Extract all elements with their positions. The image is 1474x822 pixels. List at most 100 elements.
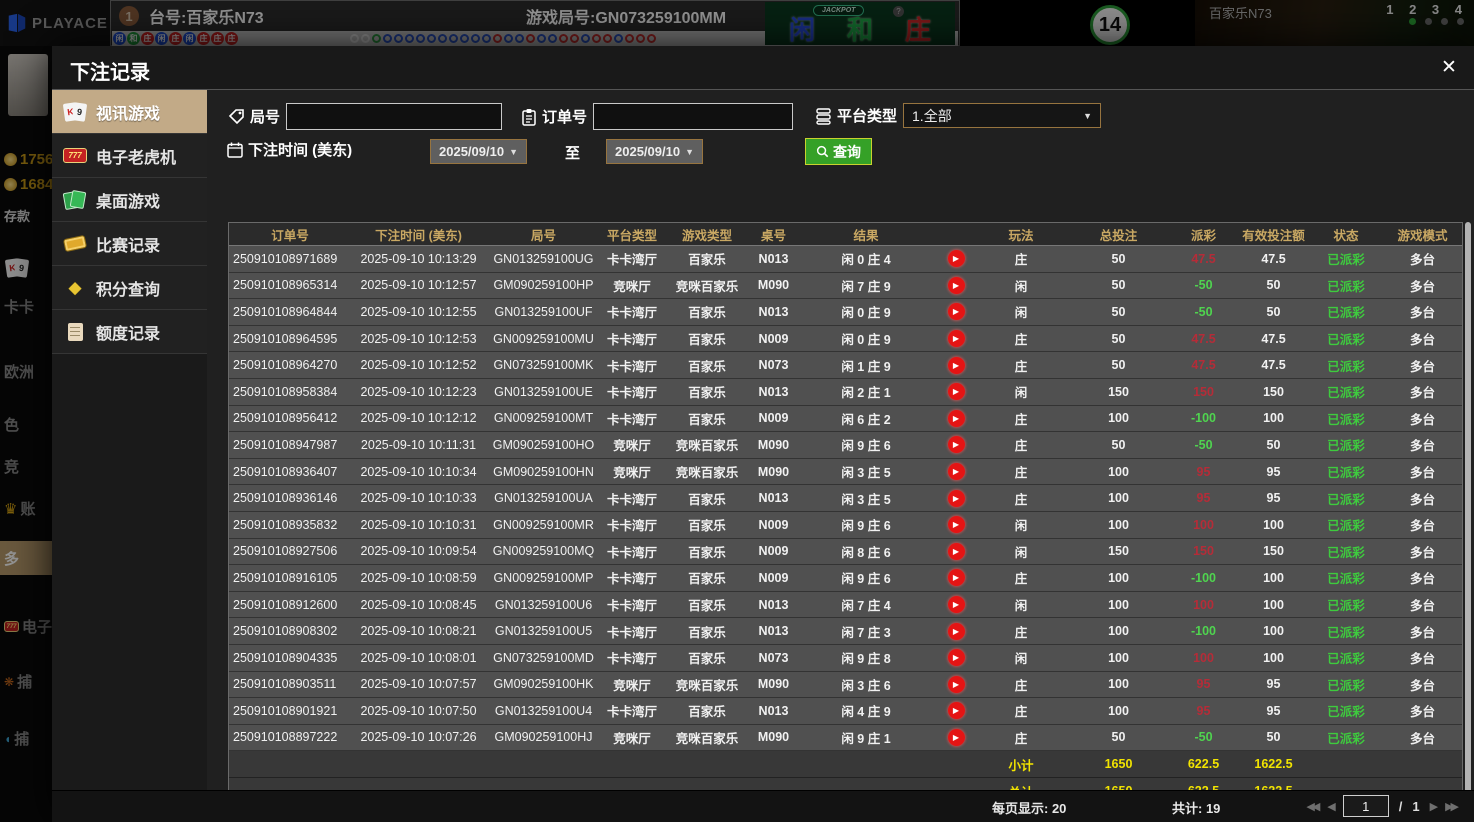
play-video-button[interactable]: ▶ xyxy=(948,623,965,640)
table-cell: GN013259100UE xyxy=(486,379,601,405)
table-cell: 2025-09-10 10:08:45 xyxy=(351,592,486,618)
play-video-button[interactable]: ▶ xyxy=(948,357,965,374)
play-video-button[interactable]: ▶ xyxy=(948,649,965,666)
play-video-button[interactable]: ▶ xyxy=(948,303,965,320)
payout-cell: 47.5 xyxy=(1171,326,1236,352)
play-video-button[interactable]: ▶ xyxy=(948,729,965,746)
prev-page-icon[interactable]: ◀ xyxy=(1327,800,1332,813)
date-to-group: 2025/09/10 ▼ xyxy=(606,139,703,164)
table-cell: 闲 9 庄 8 xyxy=(796,645,936,671)
play-video-button[interactable]: ▶ xyxy=(948,463,965,480)
play-cell: ▶ xyxy=(936,432,976,458)
sidebar-item-video-games[interactable]: K9视讯游戏 xyxy=(52,90,207,134)
table-cell: GM090259100HK xyxy=(486,672,601,698)
table-cell: 竞咪百家乐 xyxy=(663,672,751,698)
sidebar-item-slot-machines[interactable]: 777电子老虎机 xyxy=(52,134,207,178)
order-filter-group: 订单号 xyxy=(520,103,793,130)
diamond-icon: ◆ xyxy=(68,279,81,296)
order-no-cell: 250910108927506 xyxy=(229,539,351,565)
play-video-button[interactable]: ▶ xyxy=(948,383,965,400)
play-video-button[interactable]: ▶ xyxy=(948,676,965,693)
play-video-button[interactable]: ▶ xyxy=(948,277,965,294)
table-cell: 50 xyxy=(1066,432,1171,458)
table-cell: 卡卡湾厅 xyxy=(601,512,663,538)
table-cell: 竞咪厅 xyxy=(601,725,663,751)
table-cell: GN009259100MQ xyxy=(486,539,601,565)
play-video-button[interactable]: ▶ xyxy=(948,410,965,427)
status-cell: 已派彩 xyxy=(1311,539,1381,565)
table-cell: 闲 xyxy=(976,645,1066,671)
table-cell: N013 xyxy=(751,618,796,644)
play-video-button[interactable]: ▶ xyxy=(948,702,965,719)
table-cell: 多台 xyxy=(1381,539,1464,565)
status-cell: 已派彩 xyxy=(1311,592,1381,618)
platform-filter-group: 平台类型 1.全部 ▼ xyxy=(815,103,1101,128)
query-button[interactable]: 查询 xyxy=(805,138,872,165)
round-input[interactable] xyxy=(286,103,502,130)
play-video-button[interactable]: ▶ xyxy=(948,490,965,507)
page-number-input[interactable] xyxy=(1343,795,1389,817)
first-page-icon[interactable]: ◀◀ xyxy=(1306,800,1317,813)
date-to-select[interactable]: 2025/09/10 ▼ xyxy=(606,139,703,164)
platform-select[interactable]: 1.全部 ▼ xyxy=(903,103,1101,128)
sidebar-item-credit-records[interactable]: 额度记录 xyxy=(52,310,207,354)
table-cell: 多台 xyxy=(1381,246,1464,272)
sidebar-item-match-records[interactable]: 比赛记录 xyxy=(52,222,207,266)
table-cell: 闲 0 庄 9 xyxy=(796,299,936,325)
summary-value xyxy=(229,751,351,777)
table-cell: 闲 4 庄 9 xyxy=(796,698,936,724)
table-cell: 多台 xyxy=(1381,592,1464,618)
order-input[interactable] xyxy=(593,103,793,130)
column-header: 结果 xyxy=(796,223,936,245)
chevron-down-icon: ▼ xyxy=(1083,111,1092,121)
order-no-cell: 250910108912600 xyxy=(229,592,351,618)
play-video-button[interactable]: ▶ xyxy=(948,516,965,533)
last-page-icon[interactable]: ▶▶ xyxy=(1445,800,1456,813)
play-video-button[interactable]: ▶ xyxy=(948,436,965,453)
chevron-down-icon: ▼ xyxy=(685,147,694,157)
play-cell: ▶ xyxy=(936,539,976,565)
payout-cell: -50 xyxy=(1171,725,1236,751)
table-row: 2509101089358322025-09-10 10:10:31GN0092… xyxy=(229,512,1462,539)
table-cell: 100 xyxy=(1066,645,1171,671)
summary-value xyxy=(751,751,796,777)
table-cell: N009 xyxy=(751,565,796,591)
column-header: 总投注 xyxy=(1066,223,1171,245)
table-cell: 卡卡湾厅 xyxy=(601,326,663,352)
table-row: 2509101089583842025-09-10 10:12:23GN0132… xyxy=(229,379,1462,406)
play-video-button[interactable]: ▶ xyxy=(948,543,965,560)
sidebar-item-table-games[interactable]: 桌面游戏 xyxy=(52,178,207,222)
next-page-icon[interactable]: ▶ xyxy=(1430,800,1435,813)
table-cell: GN009259100MT xyxy=(486,406,601,432)
table-cell: 50 xyxy=(1066,246,1171,272)
play-video-button[interactable]: ▶ xyxy=(948,250,965,267)
bet-records-modal: 下注记录 ✕ K9视讯游戏777电子老虎机桌面游戏比赛记录◆积分查询额度记录 局… xyxy=(52,46,1474,822)
table-cell: GN009259100MR xyxy=(486,512,601,538)
table-cell: 2025-09-10 10:12:53 xyxy=(351,326,486,352)
play-video-button[interactable]: ▶ xyxy=(948,330,965,347)
table-cell: 竞咪厅 xyxy=(601,273,663,299)
status-cell: 已派彩 xyxy=(1311,698,1381,724)
status-cell: 已派彩 xyxy=(1311,299,1381,325)
status-cell: 已派彩 xyxy=(1311,406,1381,432)
play-video-button[interactable]: ▶ xyxy=(948,596,965,613)
table-cell: 多台 xyxy=(1381,379,1464,405)
table-cell: 闲 xyxy=(976,512,1066,538)
order-no-cell: 250910108903511 xyxy=(229,672,351,698)
table-cell: 150 xyxy=(1066,539,1171,565)
date-from-select[interactable]: 2025/09/10 ▼ xyxy=(430,139,527,164)
chevron-down-icon: ▼ xyxy=(509,147,518,157)
sidebar-item-points-query[interactable]: ◆积分查询 xyxy=(52,266,207,310)
status-cell: 已派彩 xyxy=(1311,512,1381,538)
table-cell: M090 xyxy=(751,459,796,485)
payout-cell: 95 xyxy=(1171,698,1236,724)
play-cell: ▶ xyxy=(936,512,976,538)
close-icon[interactable]: ✕ xyxy=(1436,54,1462,80)
play-video-button[interactable]: ▶ xyxy=(948,569,965,586)
play-cell: ▶ xyxy=(936,299,976,325)
column-header: 派彩 xyxy=(1171,223,1236,245)
table-cell: GN013259100U5 xyxy=(486,618,601,644)
table-scrollbar[interactable] xyxy=(1465,222,1471,822)
play-cell: ▶ xyxy=(936,326,976,352)
table-cell: 卡卡湾厅 xyxy=(601,592,663,618)
